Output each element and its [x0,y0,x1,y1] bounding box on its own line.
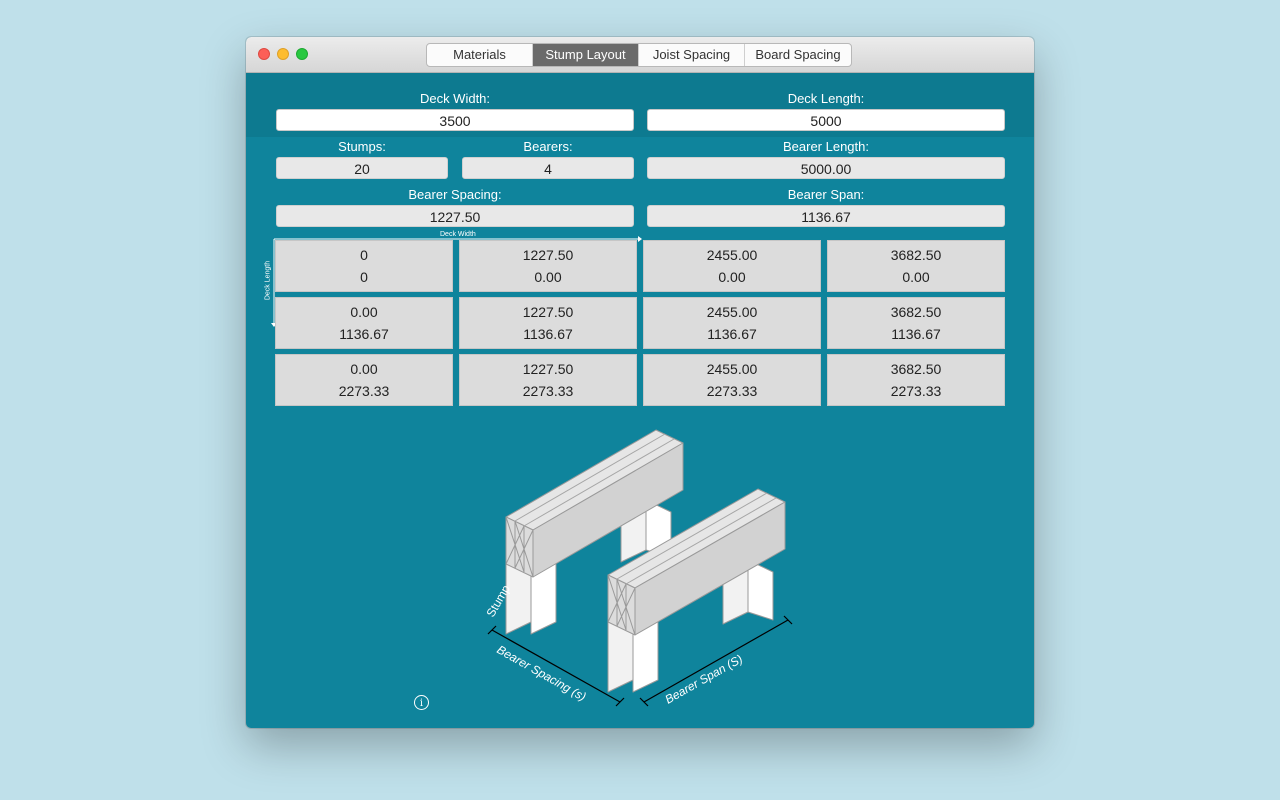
cell-y-value: 1136.67 [523,326,573,342]
bearers-label: Bearers: [523,139,573,154]
cell-x-value: 0.00 [350,304,378,320]
bearer-length-value: 5000.00 [647,157,1005,179]
grid-cell: 1227.50 2273.33 [459,354,637,406]
cell-x-value: 0 [360,247,368,263]
cell-y-value: 1136.67 [339,326,389,342]
cell-x-value: 2455.00 [706,304,758,320]
cell-y-value: 0.00 [902,269,930,285]
grid-cell: 00 [275,240,453,292]
grid-cell: 3682.50 0.00 [827,240,1005,292]
grid-cell: 0.00 2273.33 [275,354,453,406]
deck-length-label: Deck Length: [787,91,865,106]
cell-y-value: 2273.33 [522,383,574,399]
stumps-value: 20 [276,157,448,179]
cell-y-value: 1136.67 [707,326,757,342]
grid-cell: 2455.00 2273.33 [643,354,821,406]
stump-coordinate-grid: 00 1227.50 0.00 2455.00 0.00 3682.50 0.00 0… [275,240,1007,407]
bearer-length-label: Bearer Length: [782,139,869,154]
grid-cell: 1227.50 1136.67 [459,297,637,349]
cell-x-value: 2455.00 [706,247,758,263]
tab-board-spacing[interactable]: Board Spacing [745,44,851,66]
tab-stump-layout[interactable]: Stump Layout [533,44,639,66]
bearer-spacing-value: 1227.50 [276,205,634,227]
bearers-value: 4 [462,157,634,179]
stumps-label: Stumps: [338,139,386,154]
app-window: Materials Stump Layout Joist Spacing Boa… [246,37,1034,728]
cell-y-value: 2273.33 [706,383,758,399]
deck-length-axis-label: Deck Length [264,260,272,301]
close-window-button[interactable] [258,48,270,60]
cell-y-value: 0.00 [534,269,562,285]
deck-width-input[interactable]: 3500 [276,109,634,131]
minimize-window-button[interactable] [277,48,289,60]
deck-length-input[interactable]: 5000 [647,109,1005,131]
tab-bar: Materials Stump Layout Joist Spacing Boa… [426,43,852,67]
cell-x-value: 3682.50 [890,304,942,320]
deck-width-label: Deck Width: [419,91,491,106]
tab-materials[interactable]: Materials [427,44,533,66]
cell-y-value: 1136.67 [891,326,941,342]
grid-cell: 3682.50 2273.33 [827,354,1005,406]
bearer-span-dimension-label: Bearer Span (S) [663,652,745,707]
cell-x-value: 0.00 [350,361,378,377]
tab-joist-spacing[interactable]: Joist Spacing [639,44,745,66]
cell-x-value: 1227.50 [522,247,574,263]
info-icon[interactable]: i [414,695,429,710]
cell-x-value: 1227.50 [522,361,574,377]
grid-cell: 0.00 1136.67 [275,297,453,349]
title-bar: Materials Stump Layout Joist Spacing Boa… [246,37,1034,73]
grid-cell: 2455.00 1136.67 [643,297,821,349]
bearer-spacing-dimension-label: Bearer Spacing (s) [495,642,589,703]
cell-x-value: 3682.50 [890,361,942,377]
cell-x-value: 2455.00 [706,361,758,377]
cell-y-value: 2273.33 [338,383,390,399]
cell-x-value: 3682.50 [890,247,942,263]
cell-y-value: 0.00 [718,269,746,285]
bearer-span-label: Bearer Span: [787,187,865,202]
bearer-stump-diagram: Stump Bearer Spacing (s) Bearer Span (S) [483,429,793,707]
cell-y-value: 2273.33 [890,383,942,399]
grid-cell: 2455.00 0.00 [643,240,821,292]
grid-cell: 1227.50 0.00 [459,240,637,292]
grid-cell: 3682.50 1136.67 [827,297,1005,349]
bearer-spacing-label: Bearer Spacing: [408,187,502,202]
deck-width-axis-label: Deck Width [440,231,476,238]
zoom-window-button[interactable] [296,48,308,60]
cell-x-value: 1227.50 [522,304,574,320]
bearer-span-value: 1136.67 [647,205,1005,227]
cell-y-value: 0 [360,269,368,285]
